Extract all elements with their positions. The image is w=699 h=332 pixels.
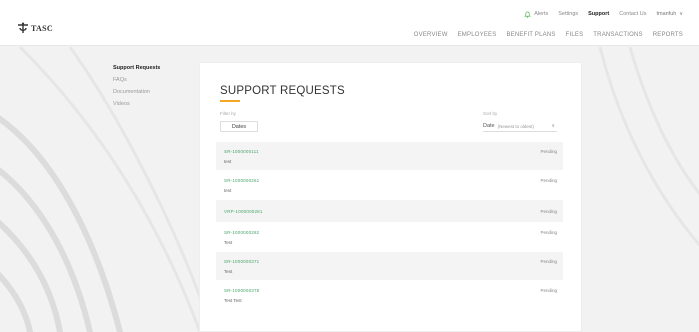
nav-files[interactable]: FILES xyxy=(566,32,584,38)
list-item[interactable]: SR-1000000378 Test Test Pending xyxy=(216,281,563,310)
support-requests-panel: SUPPORT REQUESTS Filter by Dates Sort by… xyxy=(199,62,582,332)
filter-label: Filter by xyxy=(220,111,237,116)
logo-text: TASC xyxy=(31,23,53,33)
list-item[interactable]: VRP-1000000281 Pending xyxy=(216,200,563,223)
request-subject: test xyxy=(224,188,232,193)
tasc-logo-icon xyxy=(18,22,28,33)
sort-control: Sort by Date (Newest to oldest) ∨ xyxy=(483,111,557,132)
request-id[interactable]: SR-1000000282 xyxy=(224,230,259,235)
top-header: TASC Alerts Settings Support Contact Us … xyxy=(0,0,699,46)
sidebar-item-faqs[interactable]: FAQs xyxy=(113,76,193,84)
nav-transactions[interactable]: TRANSACTIONS xyxy=(593,32,642,38)
sort-option: (Newest to oldest) xyxy=(497,123,534,129)
contact-us-link[interactable]: Contact Us xyxy=(619,11,646,17)
settings-link[interactable]: Settings xyxy=(558,11,578,17)
dates-filter-button[interactable]: Dates xyxy=(220,121,258,132)
utility-nav: Alerts Settings Support Contact Us tmanf… xyxy=(524,8,683,20)
request-status: Pending xyxy=(540,178,557,183)
request-subject: test xyxy=(224,159,232,164)
list-item[interactable]: SR-1000000261 test Pending xyxy=(216,171,563,200)
request-id[interactable]: SR-1000000111 xyxy=(224,149,259,154)
request-subject: Test xyxy=(224,269,233,274)
tasc-logo[interactable]: TASC xyxy=(17,20,53,36)
user-menu[interactable]: tmanfuh ∨ xyxy=(656,11,683,17)
request-id[interactable]: VRP-1000000281 xyxy=(224,209,263,214)
request-subject: Test Test xyxy=(224,298,242,303)
alerts-label: Alerts xyxy=(534,11,549,17)
list-item[interactable]: SR-1000000371 Test Pending xyxy=(216,252,563,281)
request-id[interactable]: SR-1000000371 xyxy=(224,259,259,264)
sidebar-item-videos[interactable]: Videos xyxy=(113,100,193,108)
request-status: Pending xyxy=(540,230,557,235)
sidebar-item-documentation[interactable]: Documentation xyxy=(113,88,193,96)
list-item[interactable]: SR-1000000282 Test Pending xyxy=(216,223,563,252)
request-subject: Test xyxy=(224,240,233,245)
sort-value: Date xyxy=(483,123,495,129)
support-link[interactable]: Support xyxy=(588,11,609,17)
main-nav: OVERVIEW EMPLOYEES BENEFIT PLANS FILES T… xyxy=(414,30,683,40)
filter-control: Filter by Dates xyxy=(220,111,258,132)
nav-reports[interactable]: REPORTS xyxy=(653,32,683,38)
request-id[interactable]: SR-1000000261 xyxy=(224,178,259,183)
requests-list: SR-1000000111 test Pending SR-1000000261… xyxy=(216,142,563,310)
nav-benefit-plans[interactable]: BENEFIT PLANS xyxy=(506,32,555,38)
user-name: tmanfuh xyxy=(656,11,677,17)
alerts-link[interactable]: Alerts xyxy=(524,11,548,18)
request-status: Pending xyxy=(540,209,557,214)
chevron-down-icon: ∨ xyxy=(679,11,683,17)
chevron-down-icon: ∨ xyxy=(551,123,555,129)
title-underline xyxy=(220,100,240,102)
bell-icon xyxy=(524,11,531,18)
page-title: SUPPORT REQUESTS xyxy=(220,85,345,97)
nav-overview[interactable]: OVERVIEW xyxy=(414,32,448,38)
request-id[interactable]: SR-1000000378 xyxy=(224,288,259,293)
request-status: Pending xyxy=(540,259,557,264)
support-sidebar: Support Requests FAQs Documentation Vide… xyxy=(113,64,193,108)
sort-label: Sort by xyxy=(483,111,498,116)
request-status: Pending xyxy=(540,288,557,293)
sidebar-item-support-requests[interactable]: Support Requests xyxy=(113,64,193,72)
nav-employees[interactable]: EMPLOYEES xyxy=(458,32,497,38)
request-status: Pending xyxy=(540,149,557,154)
list-item[interactable]: SR-1000000111 test Pending xyxy=(216,142,563,171)
sort-dropdown[interactable]: Date (Newest to oldest) ∨ xyxy=(483,121,557,132)
